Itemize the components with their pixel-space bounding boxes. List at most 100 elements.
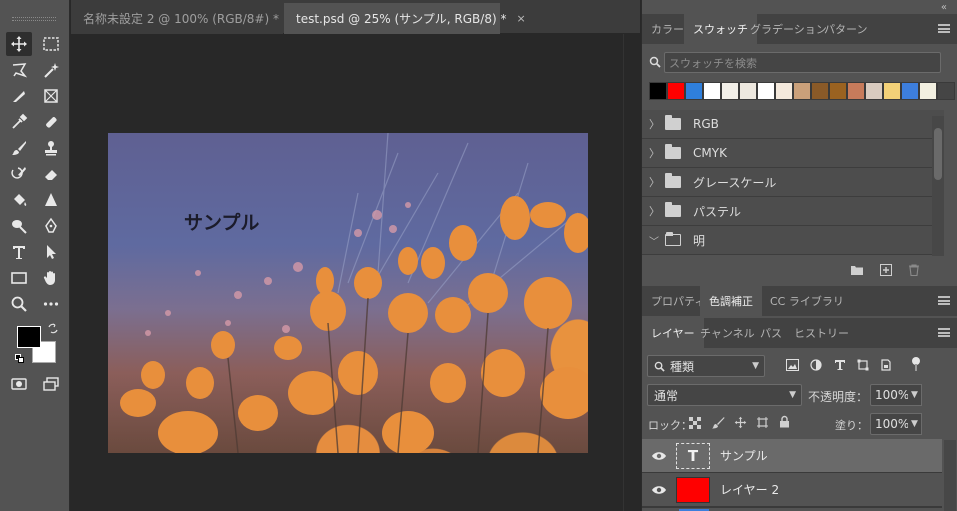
quick-mask-icon[interactable] [6,372,32,396]
swatch-color[interactable] [793,82,811,100]
opacity-dropdown[interactable]: ▼ [908,384,922,406]
default-colors-icon[interactable] [15,354,25,364]
lock-transparent-pixels-icon[interactable] [689,417,701,429]
eyedropper-tool-icon[interactable] [6,110,32,134]
fill-dropdown[interactable]: ▼ [908,413,922,435]
layers-scrollbar[interactable] [944,440,956,511]
tab-pattern[interactable]: パターン [815,14,876,44]
history-brush-tool-icon[interactable] [6,162,32,186]
swatch-color[interactable] [757,82,775,100]
layer-row-sample-text[interactable]: T サンプル [642,439,942,473]
swatch-color[interactable] [811,82,829,100]
panel-menu-icon[interactable] [938,296,950,305]
healing-brush-tool-icon[interactable] [38,110,64,134]
swatch-color[interactable] [667,82,685,100]
lock-all-icon[interactable] [779,415,790,428]
tab-history[interactable]: ヒストリー [785,318,858,348]
path-selection-tool-icon[interactable] [38,240,64,264]
swap-colors-icon[interactable] [47,323,59,334]
chevron-down-icon[interactable]: ﹀ [649,233,665,248]
foreground-color[interactable] [17,326,41,348]
layer-row-layer-2[interactable]: レイヤー 2 [642,473,942,507]
lock-image-pixels-icon[interactable] [712,416,725,429]
document-canvas-image[interactable]: サンプル [108,133,588,453]
clone-stamp-tool-icon[interactable] [38,136,64,160]
swatches-scrollbar[interactable] [932,116,944,256]
canvas-text-layer[interactable]: サンプル [184,208,259,235]
chevron-right-icon[interactable]: 〉 [649,145,665,161]
layer-kind-filter[interactable]: 種類 ▼ [647,355,765,377]
doc-tab-untitled-2[interactable]: 名称未設定 2 @ 100% (RGB/8#) * × [71,3,298,34]
new-swatch-icon[interactable] [879,264,893,276]
swatch-color[interactable] [901,82,919,100]
lock-artboard-icon[interactable] [756,416,769,429]
tools-panel [0,0,70,511]
folder-open-icon [665,232,681,246]
chevron-right-icon[interactable]: 〉 [649,174,665,190]
swatch-color[interactable] [829,82,847,100]
swatch-color[interactable] [685,82,703,100]
type-layer-filter-icon[interactable] [834,359,846,371]
swatch-folder-rgb[interactable]: 〉 RGB [642,110,944,139]
frame-tool-icon[interactable] [38,84,64,108]
eraser-tool-icon[interactable] [38,162,64,186]
brush-tool-icon[interactable] [6,136,32,160]
eye-visibility-icon[interactable] [651,451,667,461]
swatch-color[interactable] [865,82,883,100]
trash-icon[interactable] [907,264,921,276]
pen-tool-icon[interactable] [38,214,64,238]
close-icon[interactable]: × [516,12,525,25]
adjustment-layer-filter-icon[interactable] [810,359,822,371]
panel-menu-icon[interactable] [938,24,950,33]
lock-position-icon[interactable] [734,416,747,429]
pen-slice-tool-icon[interactable] [6,84,32,108]
swatch-color[interactable] [739,82,757,100]
canvas-vertical-scrollbar[interactable] [623,34,640,511]
dodge-tool-icon[interactable] [6,214,32,238]
swatch-color[interactable] [919,82,937,100]
doc-tab-label: test.psd @ 25% (サンプル, RGB/8) * [296,12,507,26]
swatch-folder-grayscale[interactable]: 〉 グレースケール [642,168,944,197]
swatch-folder-cmyk[interactable]: 〉 CMYK [642,139,944,168]
pixel-layer-filter-icon[interactable] [786,359,799,371]
move-tool-icon[interactable] [6,32,32,56]
zoom-tool-icon[interactable] [6,292,32,316]
swatch-color[interactable] [775,82,793,100]
hand-tool-icon[interactable] [38,266,64,290]
blend-mode-select[interactable]: 通常 ▼ [647,384,802,406]
swatch-search-input[interactable]: スウォッチを検索 [664,52,941,73]
doc-tab-test-psd[interactable]: test.psd @ 25% (サンプル, RGB/8) * × [284,3,526,34]
chevron-right-icon[interactable]: 〉 [649,116,665,132]
swatch-color[interactable] [703,82,721,100]
recent-swatches [649,82,955,101]
layer-name[interactable]: サンプル [720,447,768,464]
swatch-color[interactable] [649,82,667,100]
lasso-tool-icon[interactable] [6,58,32,82]
shape-layer-filter-icon[interactable] [857,359,869,371]
new-group-folder-icon[interactable] [850,264,864,276]
eye-visibility-icon[interactable] [651,485,667,495]
swatch-color[interactable] [847,82,865,100]
layer-name[interactable]: レイヤー 2 [720,481,779,498]
marquee-tool-icon[interactable] [38,32,64,56]
swatch-color[interactable] [883,82,901,100]
tab-adjustments[interactable]: 色調補正 [700,286,762,316]
collapse-panel-icon[interactable]: « [941,2,947,13]
swatch-folder-light[interactable]: ﹀ 明 [642,226,944,255]
magic-wand-tool-icon[interactable] [38,58,64,82]
sharpen-tool-icon[interactable] [38,188,64,212]
scrollbar-thumb[interactable] [934,128,942,180]
more-tools-icon[interactable] [38,292,64,316]
rectangle-tool-icon[interactable] [6,266,32,290]
swatch-color[interactable] [721,82,739,100]
paint-bucket-tool-icon[interactable] [6,188,32,212]
folder-label: グレースケール [693,175,777,190]
type-tool-icon[interactable] [6,240,32,264]
smart-object-filter-icon[interactable] [880,359,892,371]
panel-menu-icon[interactable] [938,328,950,337]
swatch-folder-pastel[interactable]: 〉 パステル [642,197,944,226]
chevron-right-icon[interactable]: 〉 [649,203,665,219]
screen-mode-icon[interactable] [38,372,64,396]
tab-cc-libraries[interactable]: CC ライブラリ [761,286,853,316]
toolbar-grip[interactable] [12,17,56,21]
